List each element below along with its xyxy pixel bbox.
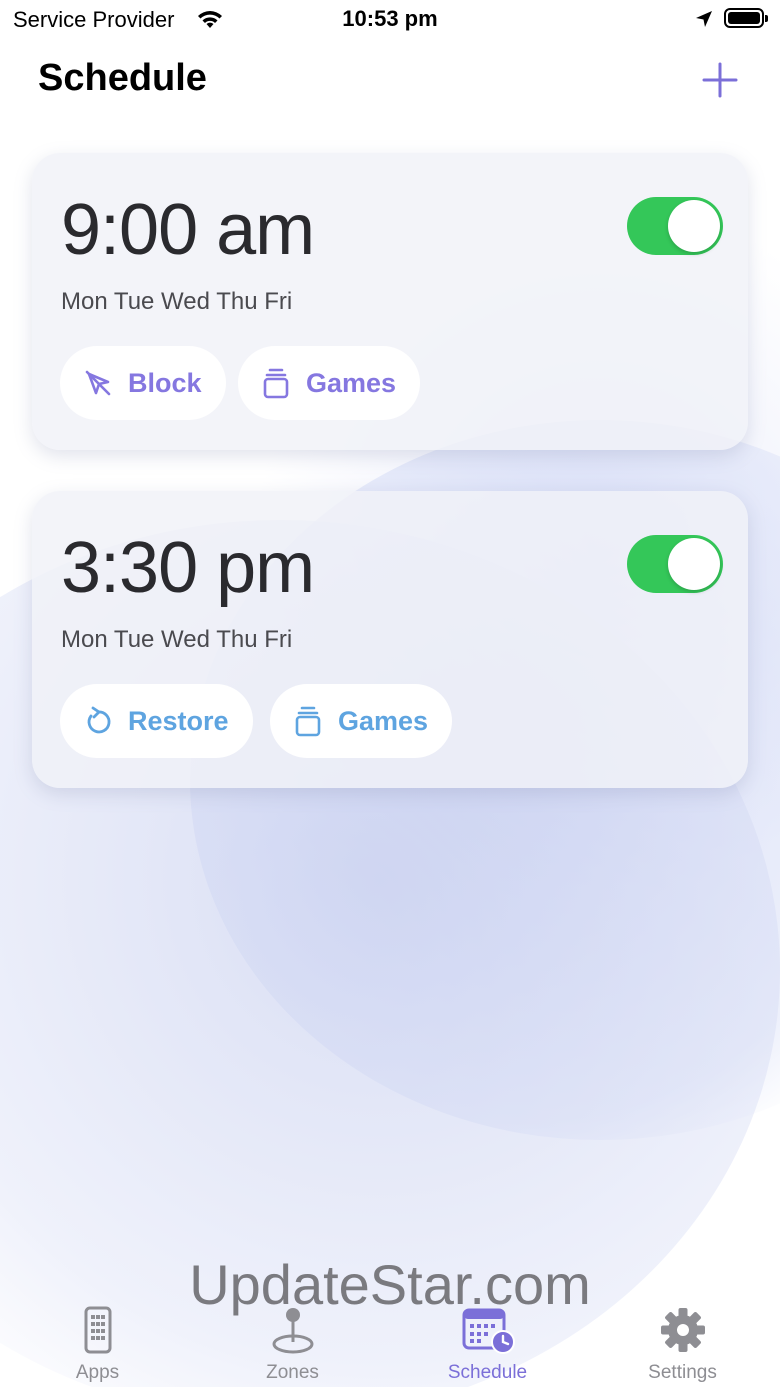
category-games-button[interactable]: Games [270,684,453,758]
battery-icon [724,8,768,28]
tab-label: Schedule [447,1362,528,1383]
category-icon [292,705,324,737]
toggle-knob [668,200,720,252]
block-icon [82,367,114,399]
status-bar: Service Provider 10:53 pm [0,0,780,40]
category-label: Games [338,705,429,736]
tab-label: Settings [648,1362,717,1383]
tab-label: Zones [266,1362,319,1383]
schedule-card[interactable]: 9:00 am Mon Tue Wed Thu Fri Block Games [32,153,748,450]
schedule-toggle[interactable] [627,197,723,255]
location-arrow-icon [694,9,714,34]
schedule-days: Mon Tue Wed Thu Fri [61,626,293,653]
schedule-days: Mon Tue Wed Thu Fri [61,288,293,315]
page-title: Schedule [38,57,207,99]
action-block-button[interactable]: Block [60,346,226,420]
schedule-time: 3:30 pm [61,528,315,608]
restore-icon [82,705,114,737]
toggle-knob [668,538,720,590]
action-restore-button[interactable]: Restore [60,684,253,758]
category-icon [260,367,292,399]
tab-label: Apps [75,1362,120,1383]
schedule-card[interactable]: 3:30 pm Mon Tue Wed Thu Fri Restore Game… [32,491,748,788]
plus-icon [702,62,738,98]
schedule-toggle[interactable] [627,535,723,593]
watermark: UpdateStar.com [189,1253,591,1316]
category-games-button[interactable]: Games [238,346,421,420]
action-label: Block [128,367,202,398]
action-label: Restore [128,705,229,736]
schedule-time: 9:00 am [61,190,315,270]
add-schedule-button[interactable] [700,60,740,100]
status-time: 10:53 pm [342,6,438,31]
category-label: Games [306,367,397,398]
